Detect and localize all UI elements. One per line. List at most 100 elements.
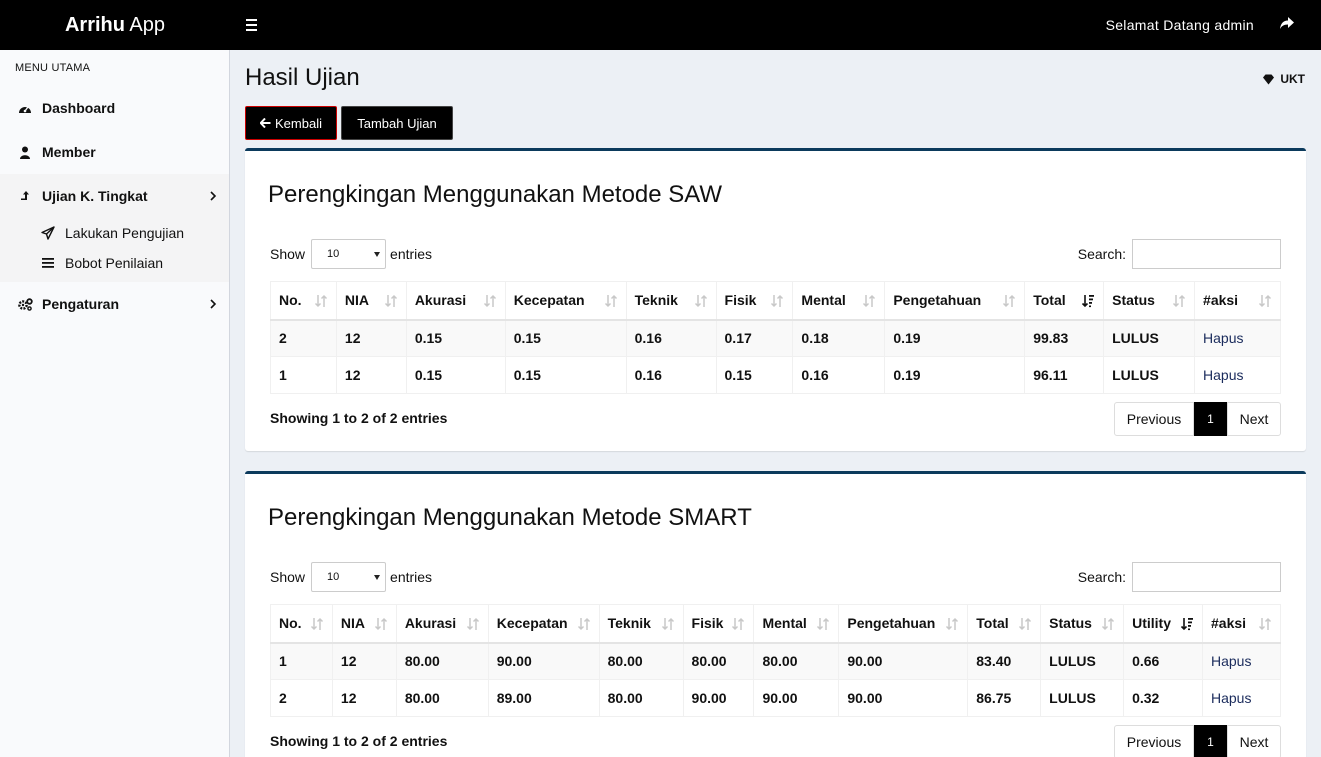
- smart-title: Perengkingan Menggunakan Metode SMART: [268, 504, 752, 531]
- sidebar-item-label: Pengaturan: [42, 296, 120, 312]
- smart-table-info: Showing 1 to 2 of 2 entries: [270, 733, 448, 749]
- col-header[interactable]: Pengetahuan: [838, 604, 969, 644]
- col-header[interactable]: NIA: [336, 281, 407, 321]
- col-header[interactable]: NIA: [332, 604, 397, 644]
- col-header[interactable]: #aksi: [1194, 281, 1281, 321]
- col-header[interactable]: #aksi: [1202, 604, 1281, 644]
- saw-length-control: Show 10 entries: [270, 239, 432, 269]
- col-header-sorted[interactable]: Utility: [1123, 604, 1203, 644]
- sidebar-toggle-icon[interactable]: [246, 15, 258, 35]
- search-label: Search:: [1077, 246, 1126, 262]
- top-navbar: Arrihu App Selamat Datang admin: [0, 0, 1321, 50]
- col-header-label: Total: [976, 615, 1009, 632]
- sidebar-item-dashboard[interactable]: Dashboard: [0, 86, 229, 130]
- delete-link[interactable]: Hapus: [1194, 356, 1281, 394]
- table-cell: 12: [332, 642, 397, 680]
- next-page-button[interactable]: Next: [1227, 402, 1281, 436]
- entries-label: entries: [390, 569, 433, 585]
- sidebar-item-pengaturan[interactable]: Pengaturan: [0, 282, 229, 326]
- col-header[interactable]: No.: [270, 281, 337, 321]
- col-header[interactable]: Akurasi: [406, 281, 506, 321]
- col-header[interactable]: Kecepatan: [505, 281, 627, 321]
- col-header[interactable]: Kecepatan: [488, 604, 600, 644]
- app-brand[interactable]: Arrihu App: [0, 0, 230, 50]
- previous-page-button[interactable]: Previous: [1114, 725, 1194, 757]
- table-cell: 0.19: [884, 356, 1026, 394]
- page-title: Hasil Ujian: [245, 64, 360, 91]
- delete-link[interactable]: Hapus: [1202, 679, 1281, 717]
- col-header[interactable]: Fisik: [716, 281, 794, 321]
- table-cell: 0.15: [406, 319, 506, 357]
- next-page-button[interactable]: Next: [1227, 725, 1281, 757]
- table-cell: 12: [336, 356, 407, 394]
- sort-icon: [1101, 617, 1115, 631]
- sidebar-subitem-bobot-penilaian[interactable]: Bobot Penilaian: [0, 248, 229, 282]
- sidebar: MENU UTAMA Dashboard Member Ujian K. Tin…: [0, 50, 230, 757]
- col-header-label: Fisik: [691, 615, 724, 632]
- col-header[interactable]: Mental: [792, 281, 886, 321]
- current-page-button[interactable]: 1: [1194, 402, 1227, 436]
- show-label: Show: [270, 246, 306, 262]
- col-header-label: Teknik: [634, 292, 678, 309]
- table-cell: 0.16: [792, 356, 886, 394]
- add-exam-button[interactable]: Tambah Ujian: [341, 106, 453, 140]
- smart-page-length-select[interactable]: 10: [311, 562, 387, 592]
- breadcrumb[interactable]: UKT: [1262, 72, 1305, 86]
- sidebar-item-label: Dashboard: [42, 100, 116, 116]
- col-header-label: Kecepatan: [513, 292, 585, 309]
- sidebar-subitem-label: Bobot Penilaian: [65, 255, 164, 271]
- col-header[interactable]: Total: [967, 604, 1042, 644]
- sidebar-item-ujian[interactable]: Ujian K. Tingkat: [0, 174, 229, 218]
- table-cell: 80.00: [396, 679, 489, 717]
- col-header[interactable]: Teknik: [599, 604, 684, 644]
- table-cell: 2: [270, 319, 337, 357]
- sidebar-item-member[interactable]: Member: [0, 130, 229, 174]
- table-cell: 90.00: [838, 642, 969, 680]
- sidebar-item-label: Ujian K. Tingkat: [42, 188, 148, 204]
- smart-length-control: Show 10 entries: [270, 562, 432, 592]
- saw-search-input[interactable]: [1132, 239, 1281, 269]
- sort-icon: [577, 617, 591, 631]
- back-button[interactable]: Kembali: [245, 106, 337, 140]
- col-header[interactable]: Mental: [753, 604, 840, 644]
- col-header-label: #aksi: [1211, 615, 1247, 632]
- sort-icon: [1258, 617, 1272, 631]
- col-header[interactable]: Status: [1103, 281, 1196, 321]
- col-header[interactable]: No.: [270, 604, 333, 644]
- table-cell: 96.11: [1024, 356, 1105, 394]
- sort-icon: [374, 617, 388, 631]
- table-cell: 0.16: [626, 356, 717, 394]
- table-cell: 80.00: [599, 642, 684, 680]
- col-header[interactable]: Status: [1040, 604, 1125, 644]
- table-cell: 12: [332, 679, 397, 717]
- sort-icon: [1002, 294, 1016, 308]
- table-cell: 90.00: [753, 679, 840, 717]
- sidebar-subitem-lakukan-pengujian[interactable]: Lakukan Pengujian: [0, 218, 229, 248]
- table-cell: LULUS: [1040, 679, 1125, 717]
- col-header-label: Teknik: [607, 615, 651, 632]
- col-header-label: No.: [279, 615, 302, 632]
- current-page-button[interactable]: 1: [1194, 725, 1227, 757]
- col-header-label: Mental: [762, 615, 807, 632]
- smart-search: Search:: [1078, 562, 1281, 592]
- user-greeting: Selamat Datang admin: [1105, 17, 1254, 33]
- col-header[interactable]: Teknik: [626, 281, 717, 321]
- col-header[interactable]: Pengetahuan: [884, 281, 1026, 321]
- col-header[interactable]: Fisik: [683, 604, 755, 644]
- smart-search-input[interactable]: [1132, 562, 1281, 592]
- col-header-label: No.: [279, 292, 302, 309]
- smart-ranking-box: Perengkingan Menggunakan Metode SMART Sh…: [245, 471, 1306, 757]
- sort-icon: [661, 617, 675, 631]
- table-cell: 0.15: [505, 356, 627, 394]
- col-header-label: Kecepatan: [496, 615, 568, 632]
- delete-link[interactable]: Hapus: [1194, 319, 1281, 357]
- saw-page-length-select[interactable]: 10: [311, 239, 387, 269]
- col-header[interactable]: Akurasi: [396, 604, 489, 644]
- col-header-sorted[interactable]: Total: [1024, 281, 1105, 321]
- sort-icon: [384, 294, 398, 308]
- logout-share-icon[interactable]: [1279, 15, 1299, 35]
- saw-title: Perengkingan Menggunakan Metode SAW: [268, 181, 723, 208]
- previous-page-button[interactable]: Previous: [1114, 402, 1194, 436]
- delete-link[interactable]: Hapus: [1202, 642, 1281, 680]
- table-cell: 90.00: [488, 642, 600, 680]
